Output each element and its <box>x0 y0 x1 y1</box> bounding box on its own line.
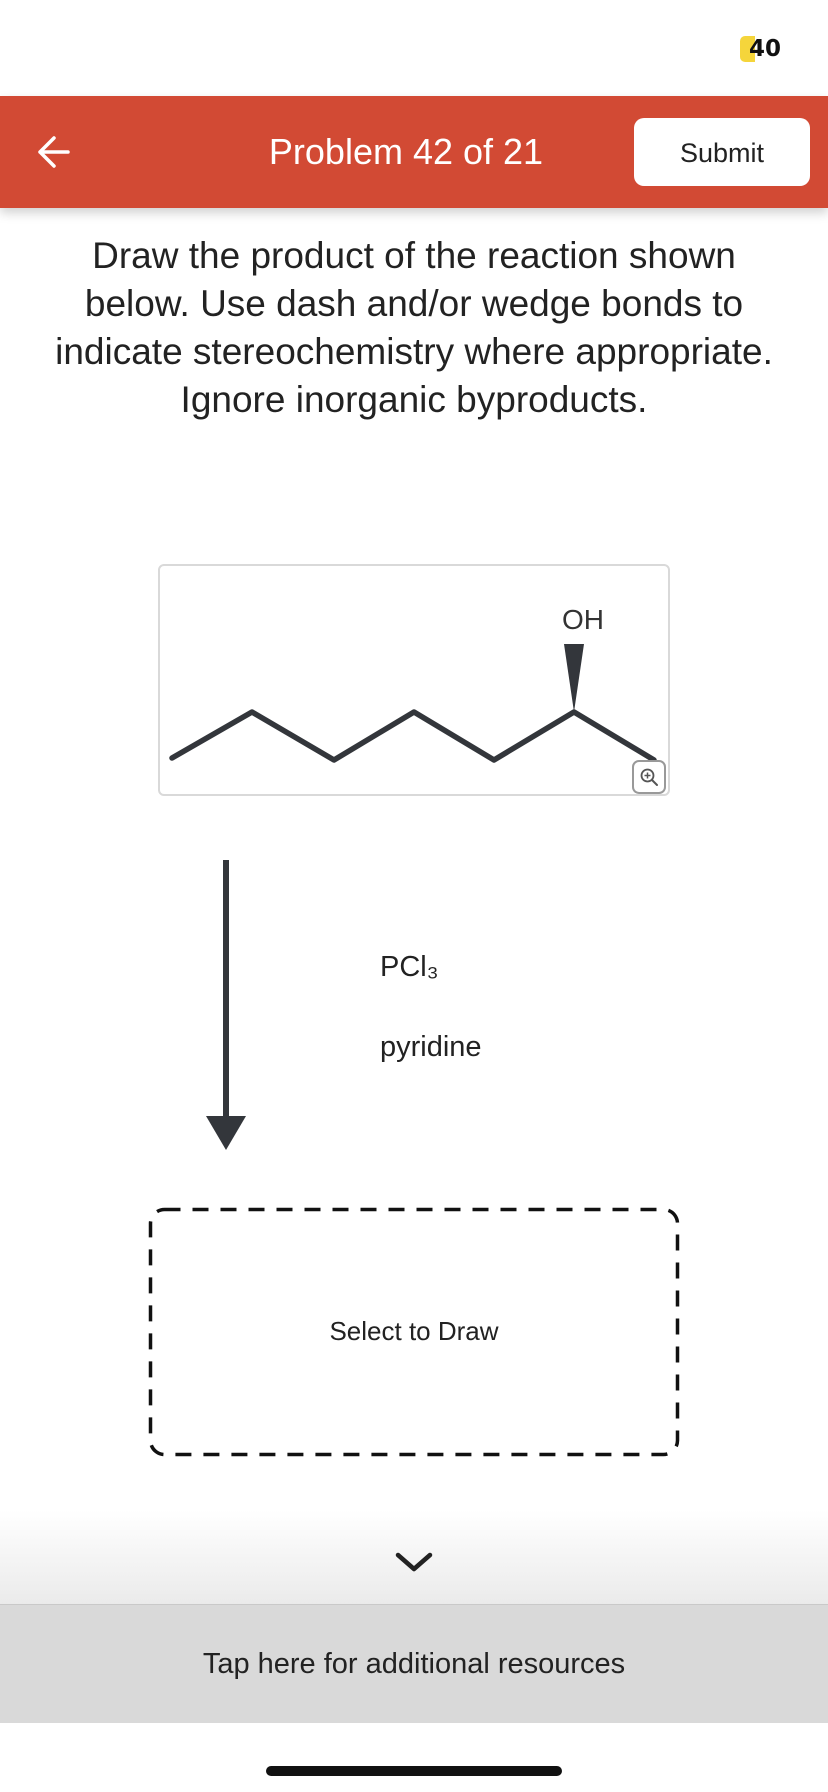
chevron-down-icon[interactable] <box>392 1548 436 1576</box>
resources-label: Tap here for additional resources <box>202 1648 626 1680</box>
zoom-in-icon <box>640 768 658 786</box>
reagent-1: PCl₃ <box>380 951 439 983</box>
status-badge: 40 <box>740 36 783 62</box>
header-bar: Problem 42 of 21 Submit <box>0 96 828 208</box>
home-indicator <box>266 1766 562 1776</box>
wedge-bond <box>564 644 584 712</box>
back-button[interactable] <box>26 126 82 178</box>
molecule-skeleton <box>169 644 657 763</box>
reactant-structure: OH <box>158 564 670 796</box>
question-text: Draw the product of the reaction shown b… <box>55 235 773 420</box>
oh-label: OH <box>562 604 604 635</box>
draw-area[interactable]: Select to Draw <box>148 1207 680 1457</box>
zoom-button[interactable] <box>632 760 666 794</box>
reagent-2: pyridine <box>380 1031 482 1063</box>
resources-bar[interactable]: Tap here for additional resources <box>0 1604 828 1723</box>
submit-button[interactable]: Submit <box>634 118 810 186</box>
select-to-draw-label: Select to Draw <box>329 1316 499 1346</box>
arrow-left-icon <box>38 136 70 168</box>
down-arrow-icon <box>206 860 246 1150</box>
page-title: Problem 42 of 21 <box>268 131 544 172</box>
